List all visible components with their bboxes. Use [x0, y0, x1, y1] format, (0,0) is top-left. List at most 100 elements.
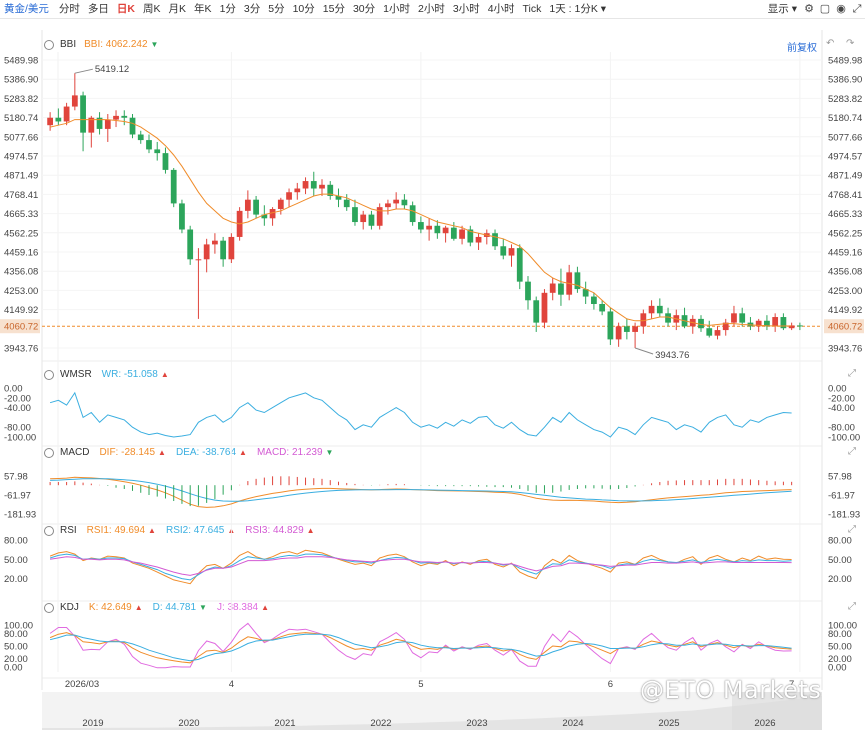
period-5min[interactable]: 5分 — [264, 0, 288, 18]
price-tick-right: 4768.41 — [828, 190, 862, 201]
timeline-year-label: 2023 — [466, 718, 487, 729]
candle-body — [368, 214, 375, 226]
main-settings-icon[interactable] — [44, 39, 54, 50]
rsi2-up-icon: ▲ — [227, 526, 236, 535]
j-value: J: 38.384 — [216, 602, 259, 613]
wmsr-expand-icon[interactable]: ⤢ — [848, 368, 856, 379]
bbi-line — [49, 119, 792, 327]
candle-body — [755, 320, 762, 327]
wmsr-tick-right: -80.00 — [828, 423, 855, 434]
wr-value: WR: -51.058 — [101, 369, 158, 380]
candle-body — [154, 149, 161, 154]
macd-expand-icon[interactable]: ⤢ — [848, 446, 856, 457]
period-10min[interactable]: 10分 — [289, 0, 319, 18]
period-daily-k[interactable]: 日K — [113, 0, 139, 18]
candle-body — [393, 199, 400, 204]
kdj-name[interactable]: KDJ — [60, 602, 79, 613]
fullscreen-icon[interactable]: ⤢ — [849, 0, 865, 18]
candle-body — [129, 117, 136, 135]
candle-body — [409, 205, 416, 223]
period-30min[interactable]: 30分 — [349, 0, 379, 18]
rehab-toggle[interactable]: 前复权 — [787, 39, 817, 54]
period-multiday[interactable]: 多日 — [84, 0, 113, 18]
candle-body — [698, 318, 704, 329]
candle-body — [623, 326, 630, 332]
macd-tick-left: 57.98 — [4, 472, 28, 483]
kdj-tick-left: 80.00 — [4, 629, 28, 640]
price-tick-right: 4562.25 — [828, 228, 862, 239]
price-tick-right: 4459.16 — [828, 248, 862, 259]
candle-body — [764, 320, 770, 327]
wmsr-tick-right: -100.00 — [828, 433, 860, 444]
candle-body — [170, 169, 177, 204]
macd-tick-right: 57.98 — [828, 472, 852, 483]
period-1hour[interactable]: 1小时 — [379, 0, 414, 18]
wmsr-tick-left: -80.00 — [4, 423, 31, 434]
redo-icon[interactable]: ↷ — [846, 38, 854, 49]
candle-body — [417, 222, 424, 230]
rsi-expand-icon[interactable]: ⤢ — [848, 524, 856, 535]
rsi-tick-right: 50.00 — [828, 555, 852, 566]
candle-body — [179, 203, 185, 230]
bbi-dropdown-icon[interactable]: ▼ — [151, 40, 159, 49]
chart-canvas[interactable]: 5489.98 5489.98 5386.90 5386.90 5283.82 5283.… — [0, 0, 865, 733]
candle-body — [137, 134, 144, 141]
candle-body — [714, 330, 721, 336]
rsi-name[interactable]: RSI — [60, 525, 77, 536]
period-15min[interactable]: 15分 — [319, 0, 349, 18]
custom-period-dropdown[interactable]: 1天 : 1分K ▾ — [545, 0, 610, 18]
period-4hour[interactable]: 4小时 — [484, 0, 519, 18]
timeline-year-label: 2020 — [178, 718, 199, 729]
period-intraday[interactable]: 分时 — [55, 0, 84, 18]
rsi-settings-icon[interactable] — [44, 525, 54, 536]
undo-icon[interactable]: ↶ — [826, 38, 834, 49]
timeline-year-label: 2026 — [754, 718, 775, 729]
display-dropdown[interactable]: 显示 ▾ — [764, 0, 801, 18]
candle-body — [96, 117, 103, 129]
candle-body — [63, 106, 70, 122]
period-monthly-k[interactable]: 月K — [165, 0, 191, 18]
candle-body — [656, 305, 663, 314]
kdj-settings-icon[interactable] — [44, 602, 54, 613]
period-weekly-k[interactable]: 周K — [139, 0, 165, 18]
candle-body — [88, 117, 95, 133]
period-2hour[interactable]: 2小时 — [414, 0, 449, 18]
max-price-annotation: 5419.12 — [95, 64, 129, 75]
candle-body — [467, 229, 474, 243]
camera-icon[interactable]: ◉ — [833, 0, 849, 18]
candle-body — [483, 233, 490, 237]
candle-body — [47, 117, 54, 126]
price-tick-right: 5386.90 — [828, 75, 862, 86]
k-line — [49, 632, 792, 664]
period-3hour[interactable]: 3小时 — [449, 0, 484, 18]
main-indicator-name[interactable]: BBI — [60, 39, 76, 50]
candle-body — [607, 311, 614, 340]
candle-body — [450, 227, 457, 239]
macd-name[interactable]: MACD — [60, 447, 89, 458]
wmsr-settings-icon[interactable] — [44, 369, 54, 380]
rsi2-line — [49, 553, 792, 581]
kdj-expand-icon[interactable]: ⤢ — [848, 601, 856, 612]
candle-body — [319, 184, 325, 189]
rsi1-value: RSI1: 49.694 — [86, 525, 146, 536]
candle-body — [187, 229, 194, 260]
wmsr-name[interactable]: WMSR — [60, 369, 92, 380]
price-tick-right: 4974.57 — [828, 152, 862, 163]
timeline-year-label: 2021 — [274, 718, 295, 729]
symbol-selector[interactable]: 黄金/美元 — [0, 0, 55, 18]
candle-body — [228, 236, 235, 260]
price-tick-right: 5180.74 — [828, 113, 862, 124]
period-1min[interactable]: 1分 — [216, 0, 240, 18]
price-tick-left: 4459.16 — [4, 248, 38, 259]
candle-body — [772, 317, 779, 327]
period-3min[interactable]: 3分 — [240, 0, 264, 18]
rsi3-up-icon: ▲ — [306, 526, 315, 535]
settings-icon[interactable]: ⚙ — [801, 0, 817, 18]
period-tick[interactable]: Tick — [519, 0, 546, 18]
period-yearly-k[interactable]: 年K — [190, 0, 216, 18]
window-icon[interactable]: ▢ — [817, 0, 833, 18]
rsi1-line — [49, 549, 792, 585]
macd-settings-icon[interactable] — [44, 447, 54, 458]
kdj-tick-right: 50.00 — [828, 642, 852, 653]
candle-body — [689, 318, 696, 327]
